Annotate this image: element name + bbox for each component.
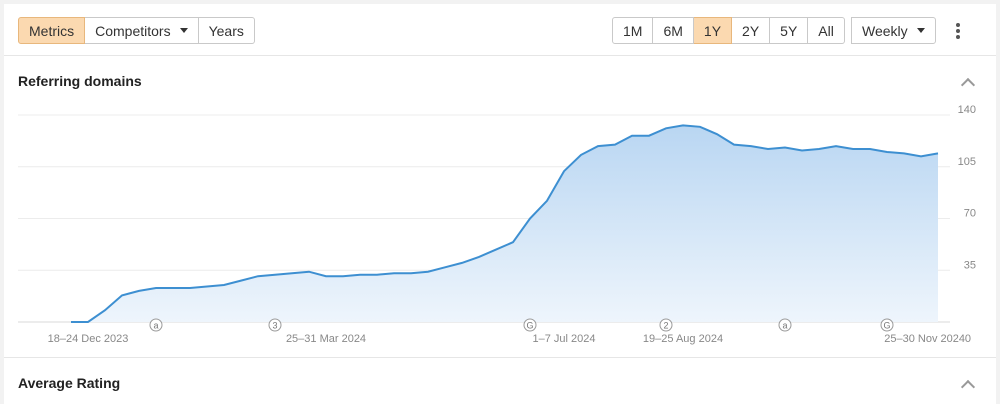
referring-domains-chart: 0 35 70 105 140 18–24 Dec 2023 25–31 Mar 2024… bbox=[18, 104, 976, 345]
chart-x-axis: 18–24 Dec 2023 25–31 Mar 2024 1–7 Jul 2024… bbox=[48, 333, 965, 345]
range-6m-button[interactable]: 6M bbox=[653, 17, 694, 44]
annotation-marker[interactable]: a bbox=[149, 318, 163, 332]
tab-competitors[interactable]: Competitors bbox=[85, 17, 199, 44]
range-1y-label: 1Y bbox=[703, 22, 722, 39]
annotation-marker[interactable]: 2 bbox=[659, 318, 673, 332]
range-all-label: All bbox=[818, 22, 834, 39]
range-6m-label: 6M bbox=[663, 22, 683, 39]
annotation-label: a bbox=[153, 321, 158, 331]
annotation-marker[interactable]: a bbox=[778, 318, 792, 332]
tab-metrics[interactable]: Metrics bbox=[18, 17, 86, 44]
chevron-down-icon bbox=[916, 28, 925, 33]
chevron-down-icon bbox=[179, 28, 188, 33]
range-1y-button[interactable]: 1Y bbox=[693, 17, 733, 44]
range-all-button[interactable]: All bbox=[808, 17, 845, 44]
chart-y-axis: 0 35 70 105 140 bbox=[958, 104, 976, 345]
range-5y-label: 5Y bbox=[780, 22, 798, 39]
annotation-label: 3 bbox=[272, 321, 277, 331]
annotation-label: G bbox=[526, 321, 533, 331]
range-1m-label: 1M bbox=[623, 22, 643, 39]
x-tick-label: 1–7 Jul 2024 bbox=[533, 333, 596, 345]
tab-years-label: Years bbox=[208, 22, 244, 39]
y-tick-label: 35 bbox=[964, 259, 976, 271]
range-2y-label: 2Y bbox=[742, 22, 760, 39]
chart-area bbox=[71, 125, 938, 323]
section-divider bbox=[4, 357, 996, 358]
tab-years[interactable]: Years bbox=[198, 17, 255, 44]
kebab-icon[interactable] bbox=[950, 21, 966, 41]
view-tab-group: Metrics Competitors Years bbox=[18, 17, 255, 44]
interval-select[interactable]: Weekly bbox=[851, 17, 936, 44]
range-1m-button[interactable]: 1M bbox=[612, 17, 654, 44]
annotation-marker[interactable]: G bbox=[880, 318, 894, 332]
annotation-marker[interactable]: 3 bbox=[268, 318, 282, 332]
interval-select-wrap: Weekly bbox=[851, 17, 936, 44]
y-tick-label: 140 bbox=[958, 104, 976, 116]
y-tick-label: 0 bbox=[965, 333, 971, 345]
y-tick-label: 70 bbox=[964, 208, 976, 220]
x-tick-label: 18–24 Dec 2023 bbox=[48, 333, 129, 345]
annotation-marker[interactable]: G bbox=[523, 318, 537, 332]
y-tick-label: 105 bbox=[958, 156, 976, 168]
range-group: 1M 6M 1Y 2Y 5Y All bbox=[612, 17, 845, 44]
toolbar: Metrics Competitors Years 1M 6M 1Y 2Y 5Y… bbox=[4, 4, 996, 56]
x-tick-label: 19–25 Aug 2024 bbox=[643, 333, 723, 345]
section-title-referring-domains: Referring domains bbox=[18, 73, 142, 89]
chevron-up-icon[interactable] bbox=[960, 379, 976, 395]
annotation-label: a bbox=[782, 321, 787, 331]
tab-competitors-label: Competitors bbox=[95, 22, 171, 39]
range-5y-button[interactable]: 5Y bbox=[770, 17, 809, 44]
annotation-label: G bbox=[883, 321, 890, 331]
x-tick-label: 25–31 Mar 2024 bbox=[286, 333, 366, 345]
chevron-up-icon[interactable] bbox=[960, 77, 976, 93]
interval-select-label: Weekly bbox=[862, 22, 908, 39]
x-tick-label: 25–30 Nov 2024 bbox=[884, 333, 965, 345]
section-title-average-rating: Average Rating bbox=[18, 375, 121, 391]
tab-metrics-label: Metrics bbox=[29, 22, 75, 39]
report-panel: Metrics Competitors Years 1M 6M 1Y 2Y 5Y… bbox=[4, 4, 996, 404]
annotation-label: 2 bbox=[663, 321, 668, 331]
range-2y-button[interactable]: 2Y bbox=[732, 17, 771, 44]
